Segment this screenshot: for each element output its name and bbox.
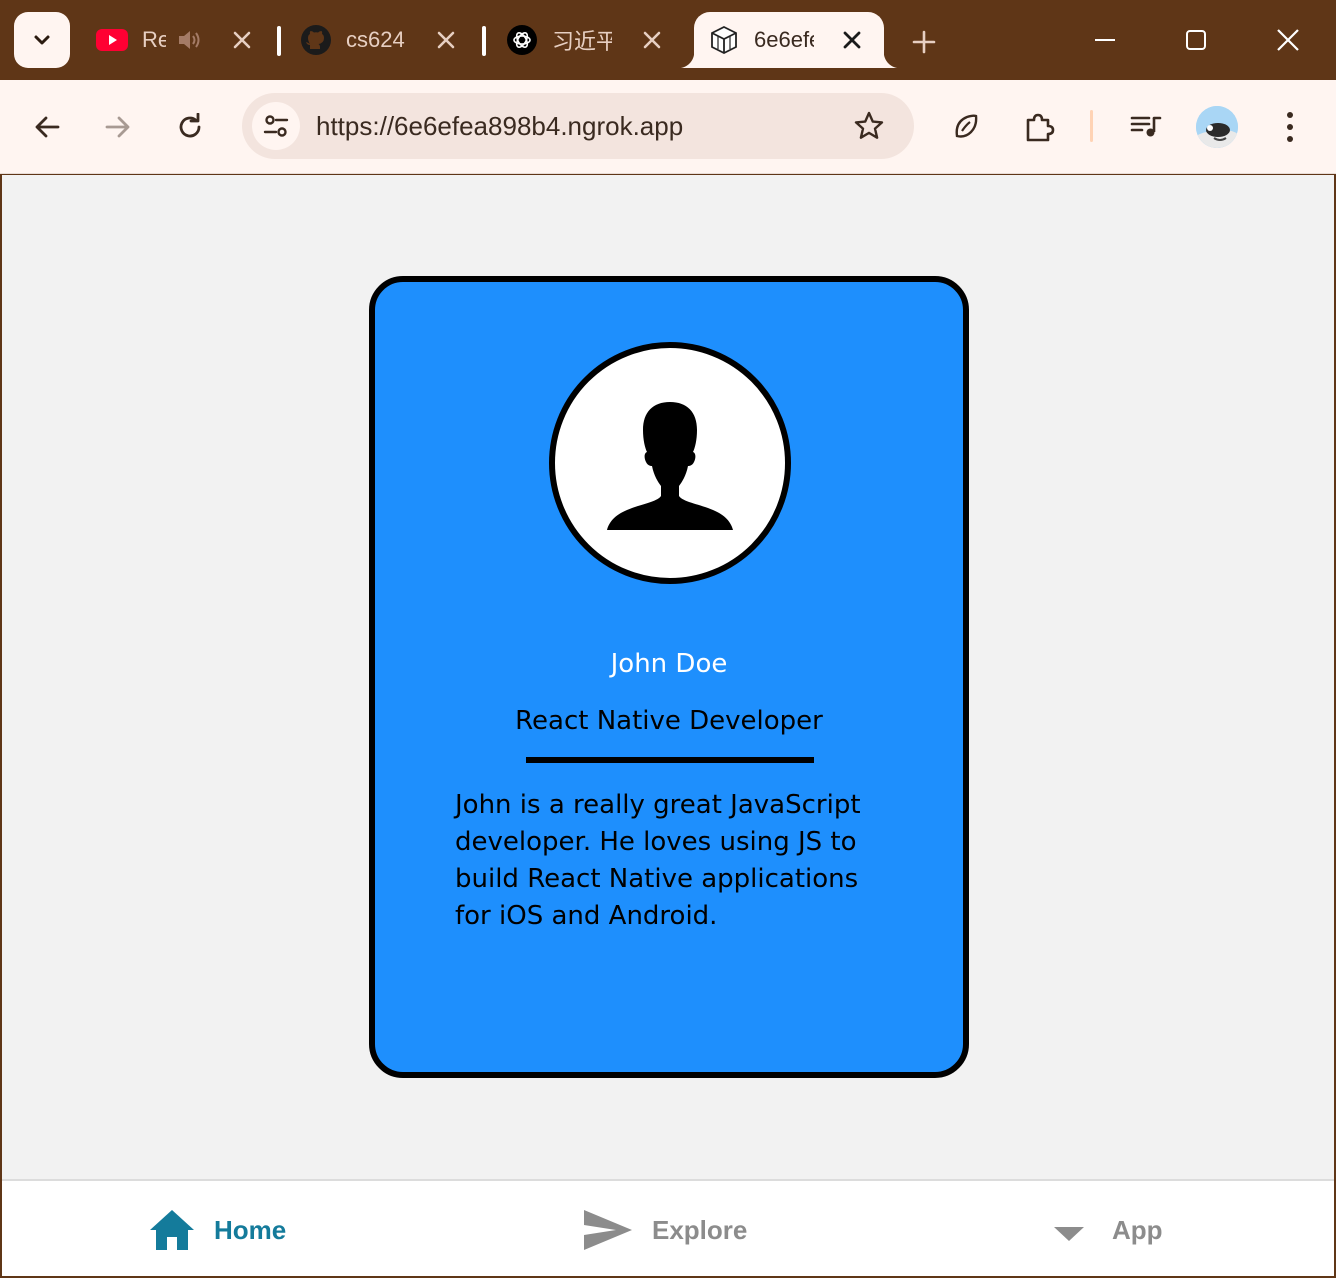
arrow-right-icon	[105, 116, 130, 138]
reload-icon	[179, 113, 201, 138]
playlist-music-icon	[1130, 116, 1162, 137]
minimize-button[interactable]	[1083, 18, 1127, 62]
reload-button[interactable]	[167, 104, 213, 150]
tab-app-label: App	[1112, 1214, 1163, 1245]
chevron-down-icon	[34, 35, 50, 45]
minimize-icon	[1095, 39, 1115, 41]
page-viewport: John Doe React Native Developer John is …	[2, 175, 1334, 1276]
close-icon	[1277, 29, 1299, 51]
tab-home[interactable]: Home	[148, 1205, 286, 1255]
youtube-icon	[96, 24, 128, 56]
toolbar-divider	[1090, 110, 1093, 142]
address-bar[interactable]: https://6e6efea898b4.ngrok.app	[242, 93, 914, 159]
tab-separator	[277, 26, 281, 56]
profile-photo-icon	[1196, 106, 1238, 148]
site-info-button[interactable]	[252, 102, 300, 150]
extensions-button[interactable]	[1016, 104, 1062, 150]
menu-button[interactable]	[1267, 104, 1313, 150]
tab-separator	[482, 26, 486, 56]
tab-app[interactable]: App	[1052, 1205, 1163, 1255]
profile-name: John Doe	[610, 649, 728, 679]
cube-icon	[708, 24, 740, 56]
tab-search-button[interactable]	[14, 12, 70, 68]
media-controls-button[interactable]	[1123, 104, 1169, 150]
profile-avatar[interactable]	[1196, 106, 1238, 148]
url-text[interactable]: https://6e6efea898b4.ngrok.app	[316, 111, 683, 142]
tab-title: cs624	[346, 27, 405, 52]
tab-close-icon[interactable]	[228, 26, 256, 54]
tab-close-icon[interactable]	[432, 26, 460, 54]
github-icon	[300, 24, 332, 56]
avatar	[549, 342, 791, 584]
puzzle-icon	[1026, 113, 1055, 142]
tab-chatgpt[interactable]: 习近平	[506, 12, 676, 68]
arrow-left-icon	[35, 116, 60, 138]
send-icon	[584, 1210, 632, 1250]
tune-icon	[263, 115, 289, 137]
role-underline	[526, 757, 814, 763]
audio-icon[interactable]	[176, 28, 202, 52]
tab-explore[interactable]: Explore	[582, 1205, 747, 1255]
back-button[interactable]	[24, 104, 70, 150]
bookmark-button[interactable]	[852, 109, 886, 143]
user-silhouette-icon	[607, 402, 733, 530]
extension-button[interactable]	[943, 104, 989, 150]
caret-down-icon	[1054, 1227, 1084, 1241]
profile-card: John Doe React Native Developer John is …	[369, 276, 969, 1078]
plus-icon	[912, 30, 936, 54]
tab-youtube[interactable]: Re	[96, 12, 266, 68]
chatgpt-icon	[506, 24, 538, 56]
home-icon	[150, 1210, 194, 1250]
browser-toolbar: https://6e6efea898b4.ngrok.app	[0, 80, 1336, 174]
tab-close-icon[interactable]	[638, 26, 666, 54]
tab-explore-label: Explore	[652, 1214, 748, 1245]
tab-close-icon[interactable]	[838, 26, 866, 54]
more-vert-icon	[1287, 112, 1293, 142]
tab-github[interactable]: cs624	[300, 12, 470, 68]
close-window-button[interactable]	[1266, 18, 1310, 62]
maximize-button[interactable]	[1174, 18, 1218, 62]
leaf-extension-icon	[955, 114, 978, 138]
tab-active[interactable]: 6e6efea898b4	[678, 12, 900, 68]
tab-title: 6e6efea898b4	[754, 27, 814, 52]
maximize-icon	[1186, 30, 1206, 50]
profile-bio: John is a really great JavaScript develo…	[455, 790, 861, 931]
tab-title: 习近平	[552, 29, 612, 54]
tab-strip: Re cs624 习近平 6e6efea898b4	[0, 0, 1336, 80]
new-tab-button[interactable]	[906, 24, 942, 60]
tab-title: Re	[142, 27, 166, 52]
tab-home-label: Home	[214, 1214, 287, 1245]
profile-role: React Native Developer	[515, 706, 823, 736]
star-icon	[854, 111, 884, 139]
forward-button[interactable]	[95, 104, 141, 150]
bottom-tab-bar: Home Explore App	[2, 1179, 1334, 1276]
